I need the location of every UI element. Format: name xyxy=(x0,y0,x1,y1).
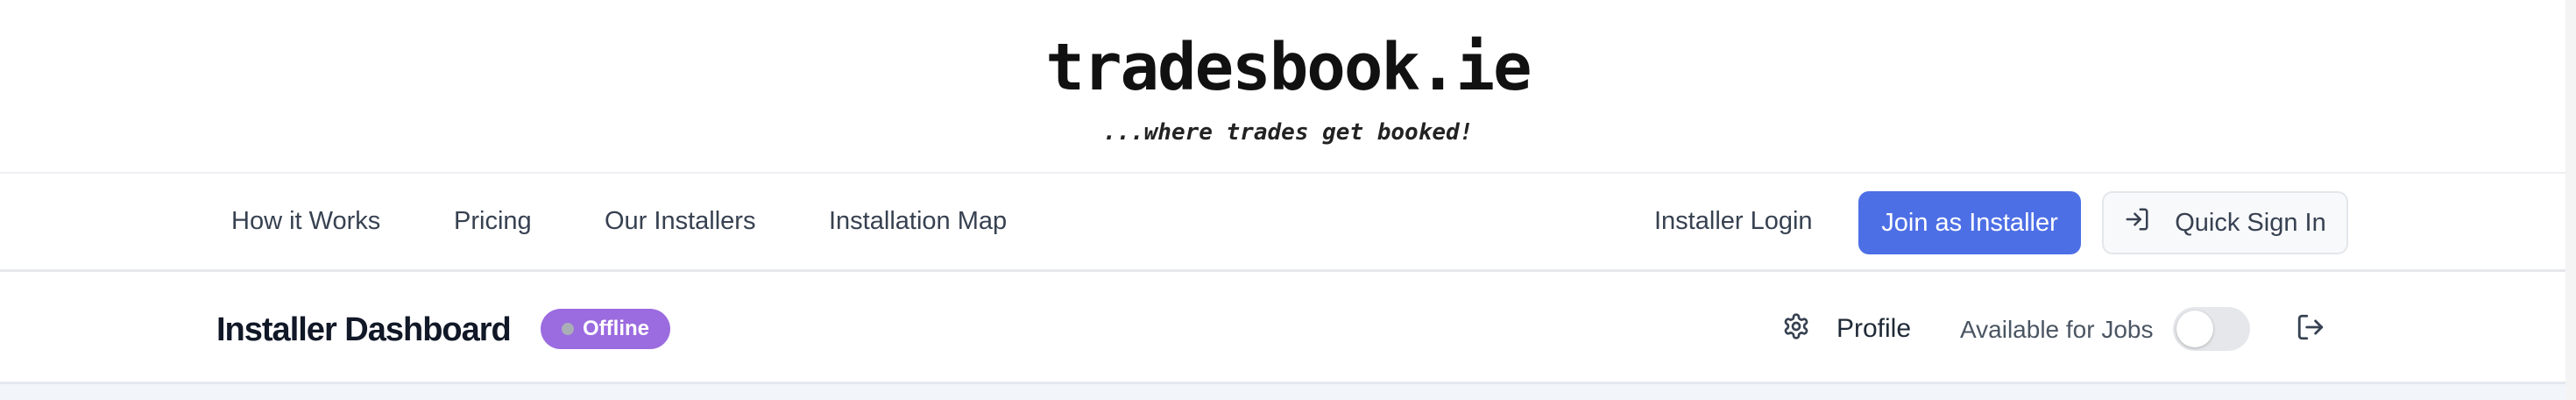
nav-link-how-it-works[interactable]: How it Works xyxy=(231,207,380,236)
toggle-knob xyxy=(2176,311,2213,347)
availability-toggle[interactable] xyxy=(2173,307,2250,351)
brand-header: tradesbook.ie ...where trades get booked… xyxy=(0,0,2576,172)
availability-label: Available for Jobs xyxy=(1960,316,2154,343)
status-badge: Offline xyxy=(541,309,670,349)
join-as-installer-button[interactable]: Join as Installer xyxy=(1858,191,2081,254)
scrollbar[interactable] xyxy=(2565,0,2576,400)
nav-link-our-installers[interactable]: Our Installers xyxy=(605,207,755,236)
quick-sign-in-label: Quick Sign In xyxy=(2175,208,2326,237)
nav-link-installation-map[interactable]: Installation Map xyxy=(829,207,1007,236)
profile-label: Profile xyxy=(1836,313,1912,343)
status-badge-label: Offline xyxy=(583,317,649,340)
quick-sign-in-button[interactable]: Quick Sign In xyxy=(2102,191,2348,254)
logout-icon xyxy=(2296,314,2325,346)
main-navigation: How it Works Pricing Our Installers Inst… xyxy=(0,172,2565,272)
site-logo[interactable]: tradesbook.ie xyxy=(0,30,2576,105)
join-as-installer-label: Join as Installer xyxy=(1881,208,2058,237)
page-title: Installer Dashboard xyxy=(216,311,512,348)
nav-link-pricing[interactable]: Pricing xyxy=(454,207,532,236)
content-area xyxy=(0,384,2565,400)
site-tagline: ...where trades get booked! xyxy=(1102,119,1474,146)
status-dot xyxy=(562,323,574,335)
profile-button[interactable]: Profile xyxy=(1782,312,1911,345)
sign-in-icon xyxy=(2124,206,2150,239)
dashboard-header: Installer Dashboard Offline Profile Avai… xyxy=(0,272,2565,384)
gear-icon xyxy=(1782,312,1810,345)
installer-login-link[interactable]: Installer Login xyxy=(1654,207,1813,236)
logout-button[interactable] xyxy=(2296,312,2325,346)
